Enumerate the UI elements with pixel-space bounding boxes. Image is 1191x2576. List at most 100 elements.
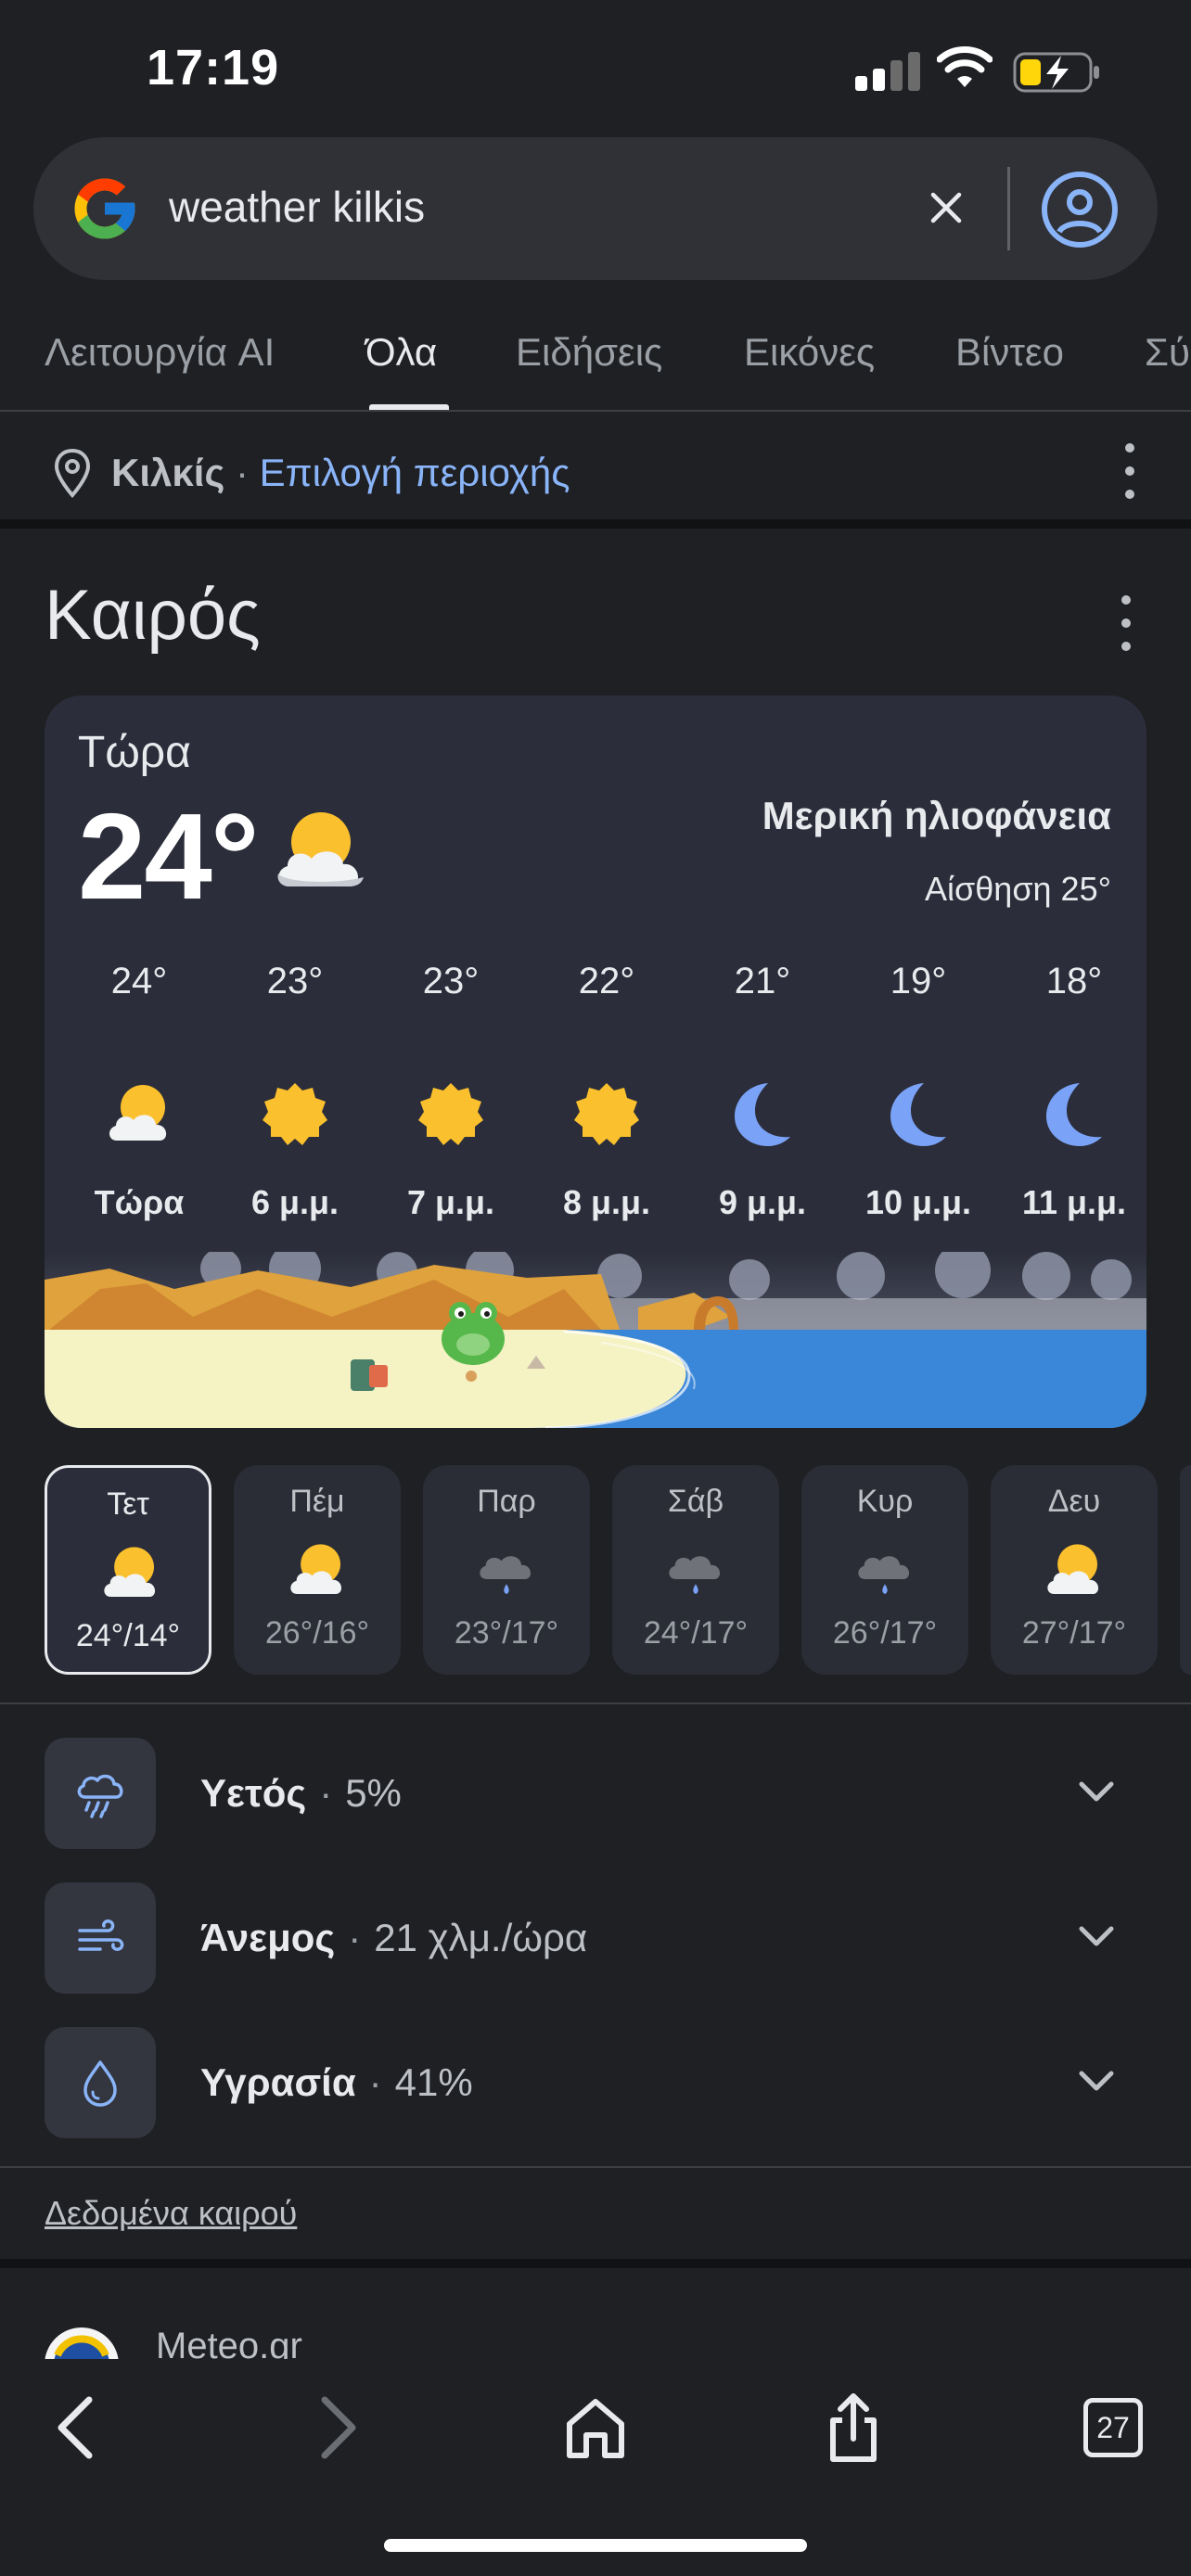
chevron-down-icon[interactable] — [1076, 1779, 1117, 1806]
moon-icon — [1046, 1083, 1102, 1146]
tab-count: 27 — [1083, 2398, 1143, 2457]
home-icon[interactable] — [558, 2391, 633, 2465]
cellular-signal-icon — [855, 48, 920, 91]
partly-cloudy-icon — [290, 1544, 342, 1595]
tab-ai-mode[interactable]: Λειτουργία AI — [45, 330, 275, 375]
search-query-text[interactable]: weather kilkis — [169, 182, 425, 232]
section-separator — [0, 2259, 1191, 2268]
hourly-temp: 21° — [734, 961, 791, 1001]
partly-cloudy-icon — [104, 1547, 156, 1598]
partly-cloudy-icon — [1047, 1544, 1099, 1595]
share-icon[interactable] — [816, 2391, 890, 2465]
detail-value: 5% — [345, 1771, 402, 1815]
hourly-time: 11 μ.μ. — [1021, 1183, 1127, 1221]
hourly-temp: 24° — [110, 961, 168, 1001]
tab-videos[interactable]: Βίντεο — [955, 330, 1064, 375]
detail-value: 41% — [394, 2060, 473, 2104]
feels-like: Αίσθηση 25° — [925, 870, 1111, 908]
day-card-fri[interactable]: Παρ 23°/17° — [423, 1465, 590, 1675]
weather-more-icon[interactable] — [1119, 595, 1133, 651]
chevron-down-icon[interactable] — [1076, 2068, 1117, 2096]
tab-all[interactable]: Όλα — [365, 330, 437, 375]
day-card-sat[interactable]: Σάβ 24°/17° — [612, 1465, 779, 1675]
day-temps: 24°/17° — [643, 1615, 749, 1651]
location-row: Κιλκίς · Επιλογή περιοχής — [111, 451, 570, 495]
hourly-temp: 23° — [266, 961, 324, 1001]
weather-data-link[interactable]: Δεδομένα καιρού — [45, 2194, 297, 2233]
day-name: Κυρ — [856, 1484, 914, 1519]
sun-icon — [574, 1083, 639, 1145]
detail-label: Υγρασία — [200, 2060, 356, 2104]
hourly-time: 6 μ.μ. — [250, 1183, 339, 1221]
clear-search-icon[interactable] — [920, 182, 972, 234]
hourly-temp: 19° — [890, 961, 947, 1001]
detail-value: 21 χλμ./ώρα — [374, 1916, 588, 1959]
day-card-next-peek — [1180, 1465, 1191, 1675]
location-name: Κιλκίς — [111, 451, 225, 494]
day-card-wed[interactable]: Τετ 24°/14° — [45, 1465, 211, 1675]
detail-label: Υετός — [200, 1771, 307, 1815]
section-separator — [0, 519, 1191, 529]
wifi-icon — [937, 46, 992, 87]
sun-icon — [418, 1083, 483, 1145]
day-temps: 26°/17° — [832, 1615, 938, 1651]
rain-cloud-icon — [480, 1556, 531, 1595]
rain-cloud-icon — [858, 1556, 910, 1595]
forward-arrow-icon[interactable] — [299, 2391, 373, 2465]
wind-icon — [45, 1882, 156, 1994]
weather-title: Καιρός — [45, 576, 261, 655]
google-logo-icon — [74, 178, 135, 239]
sun-icon — [263, 1083, 327, 1145]
home-indicator — [384, 2539, 807, 2552]
day-temps: 23°/17° — [454, 1615, 559, 1651]
humidity-row[interactable]: Υγρασία · 41% — [200, 2060, 473, 2105]
weather-condition: Μερική ηλιοφάνεια — [762, 794, 1111, 837]
precipitation-row[interactable]: Υετός · 5% — [200, 1771, 402, 1816]
details-divider — [0, 2166, 1191, 2168]
chevron-down-icon[interactable] — [1076, 1923, 1117, 1951]
search-bar-divider — [1007, 167, 1010, 250]
day-temps: 27°/17° — [1021, 1615, 1127, 1651]
moon-icon — [735, 1083, 790, 1146]
detail-separator: · — [348, 1916, 362, 1959]
humidity-icon — [45, 2027, 156, 2138]
day-name: Τετ — [107, 1486, 149, 1522]
detail-separator: · — [319, 1771, 333, 1815]
detail-label: Άνεμος — [200, 1916, 336, 1959]
tab-more[interactable]: Σύ — [1145, 330, 1190, 375]
tab-images[interactable]: Εικόνες — [744, 330, 875, 375]
hourly-time: 9 μ.μ. — [718, 1183, 807, 1221]
location-separator: · — [235, 451, 249, 494]
day-card-sun[interactable]: Κυρ 26°/17° — [801, 1465, 968, 1675]
hourly-time: 7 μ.μ. — [406, 1183, 495, 1221]
hourly-temp: 18° — [1045, 961, 1103, 1001]
tabs-button[interactable]: 27 — [1076, 2391, 1150, 2465]
choose-area-link[interactable]: Επιλογή περιοχής — [260, 451, 570, 494]
day-temps: 26°/16° — [264, 1615, 370, 1651]
detail-separator: · — [368, 2060, 382, 2104]
day-card-thu[interactable]: Πέμ 26°/16° — [234, 1465, 401, 1675]
hourly-time: Τώρα — [94, 1183, 185, 1221]
location-pin-icon — [54, 448, 91, 498]
moon-icon — [890, 1083, 946, 1146]
account-avatar-icon[interactable] — [1041, 171, 1119, 249]
hourly-time: 10 μ.μ. — [864, 1183, 972, 1221]
weather-illustration — [45, 1252, 1146, 1428]
day-temps: 24°/14° — [75, 1618, 181, 1653]
tab-news[interactable]: Ειδήσεις — [516, 330, 662, 375]
hourly-temp: 22° — [578, 961, 635, 1001]
hourly-time: 8 μ.μ. — [562, 1183, 651, 1221]
day-card-mon[interactable]: Δευ 27°/17° — [991, 1465, 1158, 1675]
wind-row[interactable]: Άνεμος · 21 χλμ./ώρα — [200, 1916, 587, 1960]
day-name: Παρ — [477, 1484, 536, 1519]
location-more-icon[interactable] — [1122, 443, 1137, 499]
precipitation-icon — [45, 1738, 156, 1849]
rain-cloud-icon — [669, 1556, 721, 1595]
day-name: Σάβ — [667, 1484, 724, 1519]
battery-charging-icon — [1013, 52, 1099, 93]
back-arrow-icon[interactable] — [41, 2391, 115, 2465]
forecast-divider — [0, 1702, 1191, 1704]
status-time: 17:19 — [147, 40, 280, 96]
day-name: Δευ — [1047, 1484, 1101, 1519]
tabs-divider — [0, 410, 1191, 412]
